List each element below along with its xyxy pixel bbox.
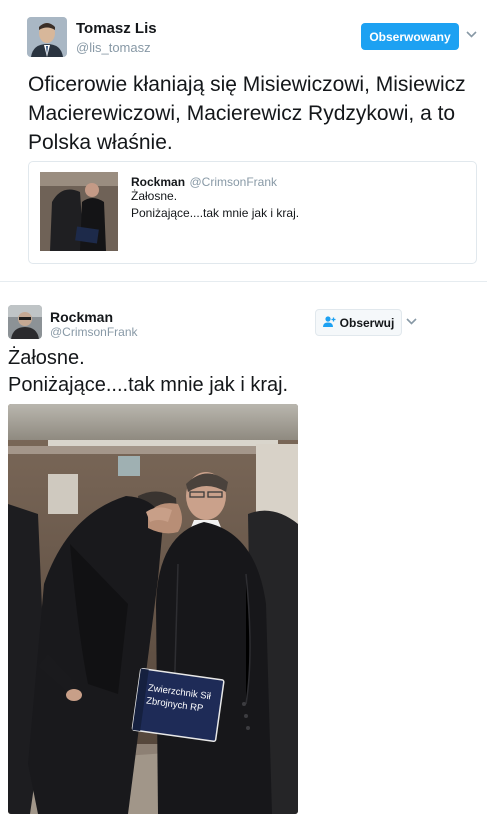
tweet-text-line: Oficerowie kłaniają się Misiewiczowi, Mi… xyxy=(28,73,466,96)
following-button-label: Obserwowany xyxy=(369,29,451,44)
person-add-icon xyxy=(322,315,336,330)
quoted-text-line: Żałosne. xyxy=(131,189,178,203)
author-handle[interactable]: @lis_tomasz xyxy=(76,40,151,55)
tweet-text: Oficerowie kłaniają się Misiewiczowi, Mi… xyxy=(28,70,483,157)
quoted-tweet-card[interactable]: Rockman @CrimsonFrank Żałosne. Poniżając… xyxy=(28,161,477,264)
tweet-separator xyxy=(0,281,487,282)
avatar-image xyxy=(27,17,67,57)
avatar-rockman[interactable] xyxy=(8,305,42,339)
tweet-text-line: Polska właśnie. xyxy=(28,131,173,154)
tweet-text: Żałosne. Poniżające....tak mnie jak i kr… xyxy=(8,345,478,399)
quoted-author-handle: @CrimsonFrank xyxy=(189,175,278,189)
photo-image xyxy=(8,404,298,814)
avatar-tomasz-lis[interactable] xyxy=(27,17,67,57)
follow-button[interactable]: Obserwuj xyxy=(315,309,402,336)
author-name[interactable]: Tomasz Lis xyxy=(76,20,157,37)
chevron-down-icon[interactable] xyxy=(406,315,417,330)
following-button[interactable]: Obserwowany xyxy=(361,23,459,50)
author-handle[interactable]: @CrimsonFrank xyxy=(50,325,138,339)
quoted-tweet-thumbnail xyxy=(40,172,118,251)
chevron-down-icon[interactable] xyxy=(466,28,477,43)
avatar-image xyxy=(8,305,42,339)
follow-button-label: Obserwuj xyxy=(339,315,395,330)
author-name[interactable]: Rockman xyxy=(50,309,113,325)
tweet-text-line: Macierewiczowi, Macierewicz Rydzykowi, a… xyxy=(28,102,456,125)
tweet-text-line: Poniżające....tak mnie jak i kraj. xyxy=(8,374,289,396)
quoted-text-line: Poniżające....tak mnie jak i kraj. xyxy=(131,206,300,220)
tweet-text-line: Żałosne. xyxy=(8,347,85,369)
quoted-author-name: Rockman xyxy=(131,175,186,189)
quoted-tweet-text: Żałosne. Poniżające....tak mnie jak i kr… xyxy=(131,188,299,222)
tweet-photo[interactable]: Zwierzchnik Sił Zbrojnych RP xyxy=(8,404,298,814)
